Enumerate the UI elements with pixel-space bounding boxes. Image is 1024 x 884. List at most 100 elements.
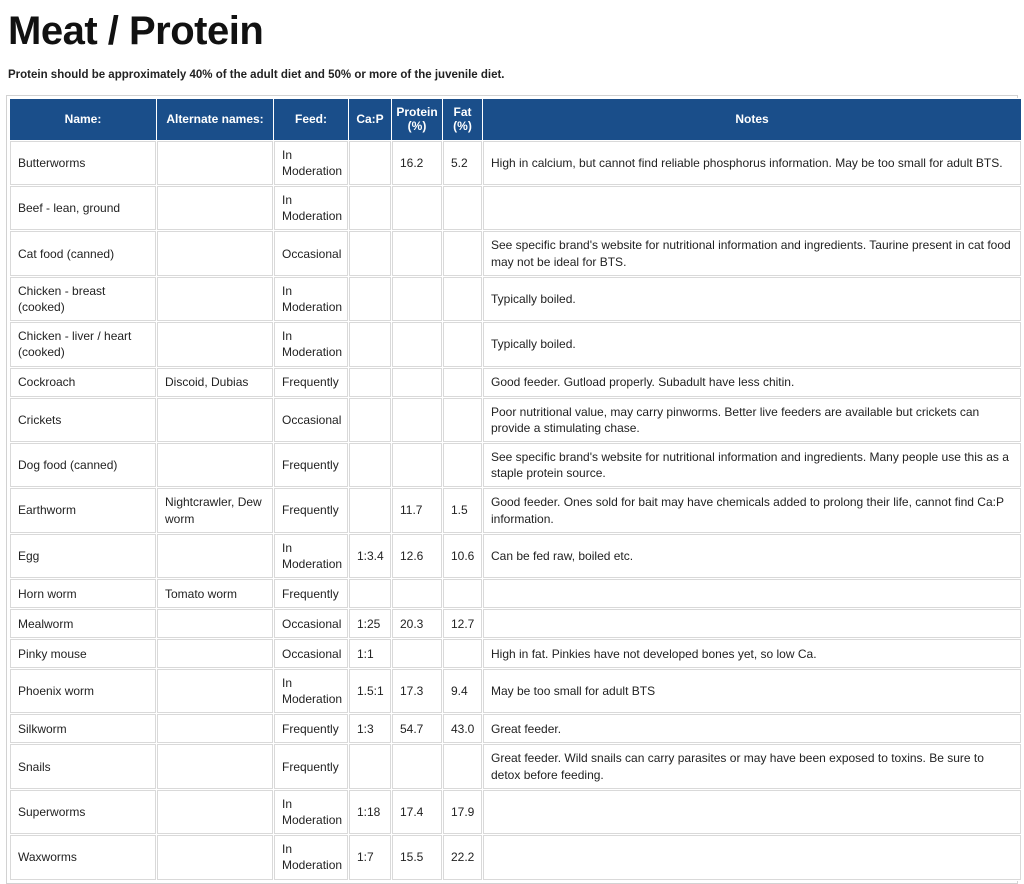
cell-protein: 20.3: [392, 609, 442, 639]
table-row: Horn worm Tomato worm Frequently: [10, 579, 1021, 609]
cell-cap: 1:18: [349, 789, 391, 835]
diet-table-container: Name: Alternate names: Feed: Ca:P Protei…: [6, 94, 1022, 884]
column-header-name[interactable]: Name:: [10, 98, 156, 140]
column-header-protein-line2: (%): [407, 119, 427, 134]
cell-name: Phoenix worm: [10, 669, 156, 714]
cell-protein: [392, 367, 442, 397]
cell-alt: Tomato worm: [157, 579, 273, 609]
cell-protein: [392, 744, 442, 789]
column-header-alternate-names[interactable]: Alternate names:: [157, 98, 273, 140]
cell-protein: 17.3: [392, 669, 442, 714]
table-row: Crickets Occasional Poor nutritional value…: [10, 397, 1021, 442]
cell-notes: Typically boiled.: [483, 322, 1021, 367]
table-row: Silkworm Frequently 1:3 54.7 43.0 Great feede…: [10, 714, 1021, 744]
cell-alt: [157, 744, 273, 789]
cell-cap: [349, 579, 391, 609]
cell-feed: Frequently: [274, 579, 348, 609]
cell-fat: [443, 442, 482, 488]
cell-notes: Can be fed raw, boiled etc.: [483, 533, 1021, 579]
cell-fat: 22.2: [443, 835, 482, 880]
cell-name: Snails: [10, 744, 156, 789]
cell-name: Chicken - liver / heart (cooked): [10, 322, 156, 367]
cell-protein: 11.7: [392, 488, 442, 533]
column-header-fat-line2: (%): [453, 119, 472, 134]
table-row: Dog food (canned) Frequently See specific …: [10, 442, 1021, 488]
cell-alt: [157, 397, 273, 442]
column-header-protein-line1: Protein: [396, 104, 438, 119]
table-header: Name: Alternate names: Feed: Ca:P Protei…: [10, 98, 1021, 140]
cell-alt: [157, 186, 273, 231]
cell-feed: Frequently: [274, 488, 348, 533]
cell-notes: See specific brand's website for nutriti…: [483, 442, 1021, 488]
cell-feed: Occasional: [274, 639, 348, 669]
cell-feed: Occasional: [274, 609, 348, 639]
table-row: Phoenix worm In Moderation 1.5:1 17.3 9.4 May…: [10, 669, 1021, 714]
cell-notes: High in calcium, but cannot find reliabl…: [483, 140, 1021, 186]
cell-protein: 16.2: [392, 140, 442, 186]
cell-fat: 10.6: [443, 533, 482, 579]
cell-fat: [443, 322, 482, 367]
cell-fat: [443, 367, 482, 397]
cell-fat: 9.4: [443, 669, 482, 714]
table-row: Superworms In Moderation 1:18 17.4 17.9: [10, 789, 1021, 835]
column-header-feed[interactable]: Feed:: [274, 98, 348, 140]
cell-fat: 5.2: [443, 140, 482, 186]
cell-feed: Occasional: [274, 231, 348, 276]
cell-protein: [392, 579, 442, 609]
cell-cap: [349, 186, 391, 231]
cell-alt: Discoid, Dubias: [157, 367, 273, 397]
table-row: Mealworm Occasional 1:25 20.3 12.7: [10, 609, 1021, 639]
cell-alt: [157, 835, 273, 880]
cell-notes: [483, 579, 1021, 609]
cell-notes: See specific brand's website for nutriti…: [483, 231, 1021, 276]
cell-notes: Great feeder.: [483, 714, 1021, 744]
cell-notes: Great feeder. Wild snails can carry para…: [483, 744, 1021, 789]
table-header-row: Name: Alternate names: Feed: Ca:P Protei…: [10, 98, 1021, 140]
cell-notes: May be too small for adult BTS: [483, 669, 1021, 714]
table-row: Cat food (canned) Occasional See specific …: [10, 231, 1021, 276]
cell-cap: [349, 231, 391, 276]
cell-cap: 1:7: [349, 835, 391, 880]
cell-name: Egg: [10, 533, 156, 579]
cell-notes: Good feeder. Ones sold for bait may have…: [483, 488, 1021, 533]
cell-feed: In Moderation: [274, 276, 348, 322]
cell-fat: [443, 186, 482, 231]
cell-feed: Frequently: [274, 714, 348, 744]
cell-alt: [157, 609, 273, 639]
cell-feed: In Moderation: [274, 789, 348, 835]
table-row: Waxworms In Moderation 1:7 15.5 22.2: [10, 835, 1021, 880]
cell-cap: [349, 442, 391, 488]
column-header-ca-p[interactable]: Ca:P: [349, 98, 391, 140]
cell-cap: 1:3: [349, 714, 391, 744]
cell-notes: Good feeder. Gutload properly. Subadult …: [483, 367, 1021, 397]
cell-cap: 1:25: [349, 609, 391, 639]
cell-alt: [157, 231, 273, 276]
cell-alt: [157, 533, 273, 579]
column-header-fat[interactable]: Fat (%): [443, 98, 482, 140]
cell-fat: 12.7: [443, 609, 482, 639]
cell-cap: 1:1: [349, 639, 391, 669]
column-header-notes[interactable]: Notes: [483, 98, 1021, 140]
cell-feed: Frequently: [274, 744, 348, 789]
cell-feed: Frequently: [274, 442, 348, 488]
cell-protein: [392, 186, 442, 231]
cell-feed: Frequently: [274, 367, 348, 397]
cell-notes: [483, 789, 1021, 835]
cell-fat: [443, 276, 482, 322]
cell-name: Dog food (canned): [10, 442, 156, 488]
table-row: Pinky mouse Occasional 1:1 High in fat. Pin…: [10, 639, 1021, 669]
cell-fat: [443, 231, 482, 276]
page-title: Meat / Protein: [8, 9, 264, 53]
cell-protein: [392, 276, 442, 322]
column-header-protein[interactable]: Protein (%): [392, 98, 442, 140]
cell-fat: 1.5: [443, 488, 482, 533]
cell-alt: [157, 669, 273, 714]
column-header-fat-line1: Fat: [453, 104, 472, 119]
table-row: Chicken - breast (cooked) In Moderation Ty…: [10, 276, 1021, 322]
cell-fat: [443, 397, 482, 442]
cell-cap: [349, 276, 391, 322]
cell-feed: In Moderation: [274, 835, 348, 880]
table-row: Earthworm Nightcrawler, Dew worm Frequentl…: [10, 488, 1021, 533]
table-row: Snails Frequently Great feeder. Wild snail…: [10, 744, 1021, 789]
cell-feed: In Moderation: [274, 669, 348, 714]
